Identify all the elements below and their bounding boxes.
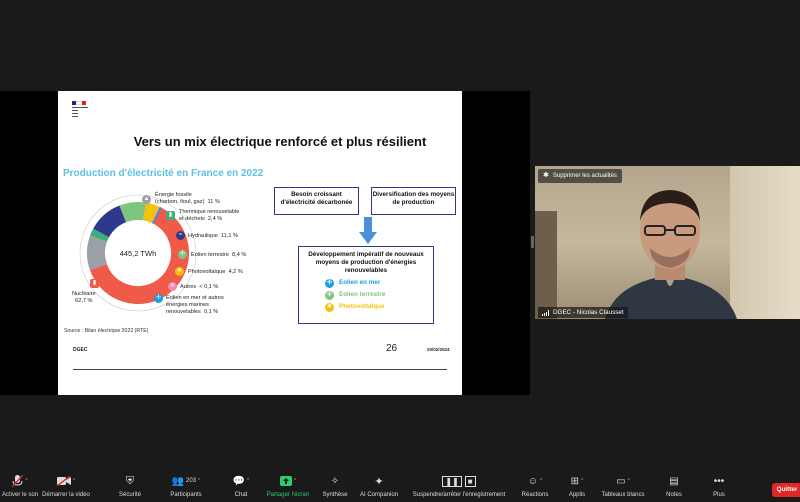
apps-icon: ⊞ [570, 475, 580, 487]
label-fossil: Énergie fossile (charbon, fioul, gaz) 11 … [155, 192, 220, 205]
shield-icon: ⛨ [125, 474, 135, 487]
pause-icon: ❚❚ [442, 475, 462, 487]
hydro-icon: ≈ [176, 231, 185, 240]
share-screen-icon [279, 476, 292, 486]
chat-button[interactable]: 💬 ^ Chat [226, 474, 256, 499]
chat-icon: 💬 [232, 475, 246, 487]
label-thermal: Thermique renouvelable et déchets 2,4 % [179, 209, 240, 222]
notes-button[interactable]: ▤ Notes [660, 474, 688, 499]
video-off-icon [56, 476, 71, 486]
pin-icon: ✱ [543, 172, 549, 179]
security-button[interactable]: ⛨ Sécurité [112, 474, 148, 499]
record-button[interactable]: ❚❚ ■ Suspendre/arrêter l'enregistrement [410, 474, 508, 498]
slide-footer-org: DGEC [73, 347, 88, 353]
presentation-slide: Vers un mix électrique renforcé et plus … [58, 91, 462, 395]
summary-icon: ✧ [330, 475, 340, 487]
box-demand: Besoin croissant d'électricité décarboné… [274, 187, 359, 215]
zoom-meeting-window: Vers un mix électrique renforcé et plus … [0, 0, 800, 502]
whiteboards-button[interactable]: ▭ ^ Tableaux blancs [598, 474, 648, 499]
ai-companion-button[interactable]: ✦ AI Companion [356, 474, 402, 499]
down-arrow-icon [359, 217, 377, 244]
unpin-button[interactable]: ✱ Supprimer les actualités [538, 169, 622, 183]
slide-title: Vers un mix électrique renforcé et plus … [133, 134, 427, 149]
thermal-icon: ▮ [166, 211, 175, 220]
more-icon: ••• [713, 475, 725, 487]
box-development-text: Développement impératif de nouveaux moye… [308, 251, 424, 275]
signal-icon [542, 309, 550, 316]
more-button[interactable]: ••• Plus [704, 474, 734, 499]
video-background-door [535, 211, 557, 319]
fossil-icon: ▲ [142, 195, 151, 204]
slide-footer-line [73, 369, 447, 370]
participant-figure [605, 190, 737, 319]
label-nuclear: Nucléaire 62,7 % [72, 291, 96, 304]
mute-button[interactable]: ^ Activer le son [2, 474, 38, 498]
wind-icon: ✢ [178, 250, 187, 259]
dev-item-pv: ☀ Photovoltaïque [325, 302, 385, 312]
label-offshore: Eolien en mer et autres énergies marines r… [166, 295, 224, 315]
participant-name-tag: DGEC - Nicolas Clausset [538, 307, 628, 318]
chart-title: Production d'électricité en France en 20… [63, 168, 264, 179]
summary-button[interactable]: ✧ Synthèse [318, 474, 352, 499]
sparkle-icon: ✦ [374, 475, 384, 488]
label-wind: Eolien terrestre 8,4 % [191, 252, 247, 258]
leave-meeting-button[interactable]: Quitter [772, 483, 800, 497]
participant-video[interactable] [535, 166, 800, 319]
muted-mic-icon [12, 475, 24, 487]
label-hydro: Hydraulique 11,1 % [188, 233, 238, 239]
other-icon: ✕ [168, 282, 177, 291]
participants-button[interactable]: 👥 203 ^ Participants [164, 474, 208, 499]
participants-icon: 👥 [171, 475, 185, 487]
box-diversification: Diversification des moyens de production [371, 187, 456, 215]
whiteboard-icon: ▭ [616, 475, 626, 487]
label-other: Autres < 0,1 % [180, 284, 219, 290]
panel-resize-handle[interactable] [531, 236, 534, 248]
wind-icon: ✢ [325, 290, 334, 300]
box-development: Développement impératif de nouveaux moye… [298, 246, 434, 324]
dev-item-wind: ✢ Eolien terrestre [325, 290, 386, 300]
offshore-wind-icon: ✢ [154, 294, 163, 303]
solar-icon: ☀ [175, 267, 184, 276]
stop-icon: ■ [464, 475, 476, 487]
dev-item-offshore: ✢ Eolien en mer [325, 278, 381, 288]
slide-date: 20/02/2024 [427, 347, 450, 352]
slide-source: Source : Bilan électrique 2022 (RTE) [64, 328, 149, 334]
apps-button[interactable]: ⊞ ^ Applis [562, 474, 592, 499]
offshore-wind-icon: ✢ [325, 278, 334, 288]
notes-icon: ▤ [669, 475, 679, 487]
shared-screen[interactable]: Vers un mix électrique renforcé et plus … [0, 91, 530, 395]
nuclear-icon: ▮ [90, 279, 99, 288]
share-screen-button[interactable]: ^ Partager l'écran [262, 474, 314, 498]
government-logo [72, 101, 90, 123]
slide-page-number: 26 [386, 343, 398, 354]
emoji-icon: ☺ [527, 475, 538, 487]
label-pv: Photovoltaïque 4,2 % [188, 269, 243, 275]
reactions-button[interactable]: ☺ ^ Réactions [518, 474, 552, 499]
start-video-button[interactable]: ^ Démarrer la vidéo [42, 474, 90, 498]
solar-icon: ☀ [325, 302, 334, 312]
donut-center-label: 445,2 TWh [120, 249, 157, 258]
